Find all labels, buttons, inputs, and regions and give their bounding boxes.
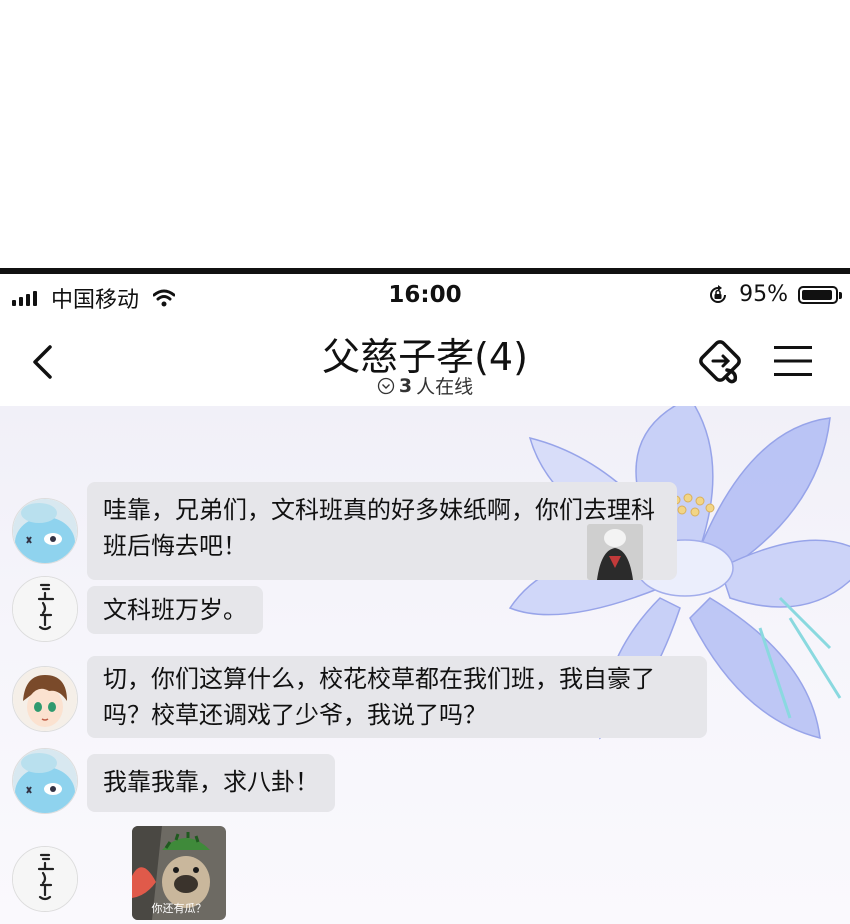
avatar-calligraphy[interactable]: [12, 576, 78, 642]
avatar-anime-boy[interactable]: [12, 666, 78, 732]
avatar-calligraphy[interactable]: [12, 846, 78, 912]
rotation-lock-icon: [710, 284, 727, 303]
chevron-down-circle-icon: [377, 377, 395, 394]
status-right: 95%: [707, 282, 842, 307]
image-caption: 你还有瓜？: [152, 901, 207, 915]
message-text: 切，你们这算什么，校花校草都在我们班，我自豪了吗？校草还调戏了少爷，我说了吗？: [103, 665, 655, 729]
anime-boy-avatar-image: [13, 667, 77, 731]
avatar-blue-mascot[interactable]: [12, 498, 78, 564]
calligraphy-avatar-image: [13, 847, 77, 911]
online-label: 人在线: [416, 376, 474, 398]
group-plugin-icon: [699, 340, 741, 384]
group-plugin-button[interactable]: [696, 338, 748, 388]
online-count: 3: [398, 374, 413, 397]
message-bubble[interactable]: 哇靠，兄弟们，文科班真的好多妹纸啊，你们去理科班后悔去吧！: [87, 482, 677, 580]
message-text: 文科班万岁。: [103, 596, 247, 624]
mascot-avatar-image: [13, 749, 77, 813]
message-bubble[interactable]: 切，你们这算什么，校花校草都在我们班，我自豪了吗？校草还调戏了少爷，我说了吗？: [87, 656, 707, 738]
chat-header: 父慈子孝(4) 3 人在线: [0, 318, 850, 406]
message-bubble[interactable]: 我靠我靠，求八卦！: [87, 754, 335, 812]
message-text: 我靠我靠，求八卦！: [103, 768, 319, 796]
avatar-blue-mascot[interactable]: [12, 748, 78, 814]
mascot-avatar-image: [13, 499, 77, 563]
battery-percent: 95%: [739, 282, 788, 307]
menu-button[interactable]: [772, 340, 814, 382]
hamburger-menu-icon: [774, 346, 812, 376]
calligraphy-avatar-image: [13, 577, 77, 641]
message-bubble[interactable]: 文科班万岁。: [87, 586, 263, 634]
sticker-image[interactable]: [587, 524, 643, 580]
message-text: 哇靠，兄弟们，文科班真的好多妹纸啊，你们去理科班后悔去吧！: [103, 496, 655, 560]
status-bar: 中国移动 16:00 95%: [0, 274, 850, 318]
image-message[interactable]: 你还有瓜？: [132, 826, 226, 920]
pug-watermelon-image: 你还有瓜？: [132, 826, 226, 920]
battery-icon: [798, 285, 842, 304]
blank-top-area: [0, 0, 850, 268]
chat-area[interactable]: 哇靠，兄弟们，文科班真的好多妹纸啊，你们去理科班后悔去吧！ 文科班万岁。 切，你…: [0, 406, 850, 924]
